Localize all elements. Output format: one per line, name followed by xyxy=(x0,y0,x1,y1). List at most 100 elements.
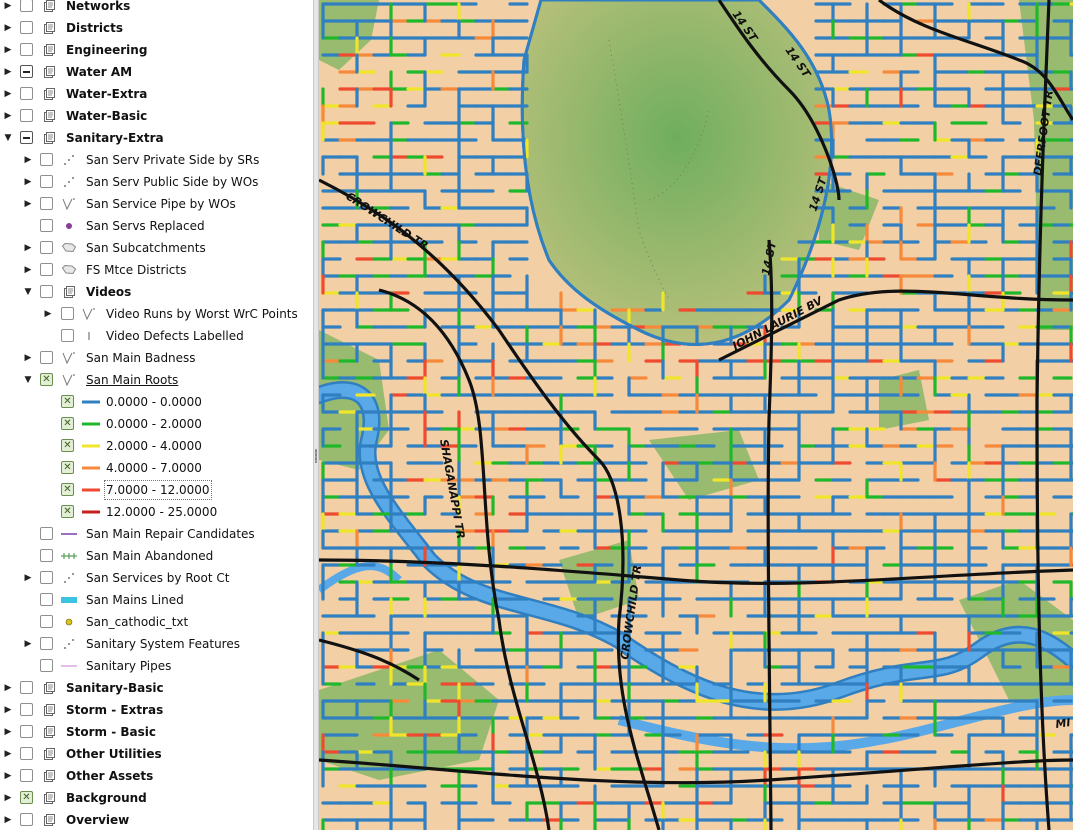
legend-row-sanitary-basic[interactable]: ▶ Sanitary-Basic xyxy=(0,677,313,699)
legend-row-2-0000-4-0000[interactable]: ✕ 2.0000 - 4.0000 xyxy=(0,435,313,457)
layer-visibility-checkbox[interactable] xyxy=(61,329,74,342)
legend-row-san-services-by-root-ct[interactable]: ▶ San Services by Root Ct xyxy=(0,567,313,589)
layer-visibility-checkbox[interactable] xyxy=(40,197,53,210)
layer-visibility-checkbox[interactable] xyxy=(20,131,33,144)
legend-row-background[interactable]: ▶ ✕ Background xyxy=(0,787,313,809)
expand-arrow-icon[interactable]: ▶ xyxy=(3,814,13,826)
expand-arrow-icon[interactable]: ▶ xyxy=(23,154,33,166)
legend-row-water-basic[interactable]: ▶ Water-Basic xyxy=(0,105,313,127)
legend-row-storm-extras[interactable]: ▶ Storm - Extras xyxy=(0,699,313,721)
legend-row-districts[interactable]: ▶ Districts xyxy=(0,17,313,39)
layer-visibility-checkbox[interactable]: ✕ xyxy=(40,373,53,386)
layer-visibility-checkbox[interactable] xyxy=(20,703,33,716)
layer-visibility-checkbox[interactable] xyxy=(20,109,33,122)
legend-row-san-servs-replaced[interactable]: San Servs Replaced xyxy=(0,215,313,237)
layer-visibility-checkbox[interactable]: ✕ xyxy=(20,791,33,804)
layer-visibility-checkbox[interactable] xyxy=(40,263,53,276)
expand-arrow-icon[interactable]: ▶ xyxy=(3,682,13,694)
layer-visibility-checkbox[interactable] xyxy=(20,681,33,694)
legend-row-san-cathodic-txt[interactable]: San_cathodic_txt xyxy=(0,611,313,633)
legend-row-san-subcatchments[interactable]: ▶ San Subcatchments xyxy=(0,237,313,259)
layer-visibility-checkbox[interactable] xyxy=(40,351,53,364)
layer-visibility-checkbox[interactable] xyxy=(20,87,33,100)
expand-arrow-icon[interactable]: ▶ xyxy=(23,176,33,188)
map-svg[interactable]: 14 ST 14 ST 14 ST 14 ST DEERFOOT TR CROW… xyxy=(319,0,1073,830)
legend-row-fs-mtce-districts[interactable]: ▶ FS Mtce Districts xyxy=(0,259,313,281)
legend-row-0-0000-2-0000[interactable]: ✕ 0.0000 - 2.0000 xyxy=(0,413,313,435)
legend-row-san-service-pipe-by-wos[interactable]: ▶ San Service Pipe by WOs xyxy=(0,193,313,215)
collapse-arrow-icon[interactable]: ▼ xyxy=(23,286,33,298)
expand-arrow-icon[interactable]: ▶ xyxy=(3,66,13,78)
layer-visibility-checkbox[interactable] xyxy=(40,659,53,672)
layer-visibility-checkbox[interactable] xyxy=(40,615,53,628)
legend-row-0-0000-0-0000[interactable]: ✕ 0.0000 - 0.0000 xyxy=(0,391,313,413)
legend-row-12-0000-25-0000[interactable]: ✕ 12.0000 - 25.0000 xyxy=(0,501,313,523)
layer-visibility-checkbox[interactable] xyxy=(20,0,33,12)
expand-arrow-icon[interactable]: ▶ xyxy=(43,308,53,320)
layer-visibility-checkbox[interactable] xyxy=(20,725,33,738)
legend-row-storm-basic[interactable]: ▶ Storm - Basic xyxy=(0,721,313,743)
expand-arrow-icon[interactable]: ▶ xyxy=(3,704,13,716)
expand-arrow-icon[interactable]: ▶ xyxy=(3,748,13,760)
legend-row-water-am[interactable]: ▶ Water AM xyxy=(0,61,313,83)
layer-visibility-checkbox[interactable] xyxy=(40,593,53,606)
legend-row-san-main-roots[interactable]: ▼ ✕ San Main Roots xyxy=(0,369,313,391)
legend-row-7-0000-12-0000[interactable]: ✕ 7.0000 - 12.0000 xyxy=(0,479,313,501)
layer-visibility-checkbox[interactable]: ✕ xyxy=(61,439,74,452)
expand-arrow-icon[interactable]: ▶ xyxy=(23,264,33,276)
expand-arrow-icon[interactable]: ▶ xyxy=(23,638,33,650)
layer-visibility-checkbox[interactable] xyxy=(40,549,53,562)
legend-row-sanitary-system-features[interactable]: ▶ Sanitary System Features xyxy=(0,633,313,655)
layer-visibility-checkbox[interactable] xyxy=(40,175,53,188)
expand-arrow-icon[interactable]: ▶ xyxy=(3,792,13,804)
legend-row-overview[interactable]: ▶ Overview xyxy=(0,809,313,830)
splitter-grip[interactable] xyxy=(315,449,317,463)
legend-row-water-extra[interactable]: ▶ Water-Extra xyxy=(0,83,313,105)
expand-arrow-icon[interactable]: ▶ xyxy=(3,770,13,782)
layer-visibility-checkbox[interactable] xyxy=(40,571,53,584)
expand-arrow-icon[interactable]: ▶ xyxy=(3,88,13,100)
expand-arrow-icon[interactable]: ▶ xyxy=(23,572,33,584)
expand-arrow-icon[interactable]: ▶ xyxy=(3,110,13,122)
layer-visibility-checkbox[interactable] xyxy=(20,43,33,56)
layer-visibility-checkbox[interactable] xyxy=(40,241,53,254)
legend-row-san-main-repair-candidates[interactable]: San Main Repair Candidates xyxy=(0,523,313,545)
legend-row-sanitary-pipes[interactable]: Sanitary Pipes xyxy=(0,655,313,677)
legend-row-sanitary-extra[interactable]: ▼ Sanitary-Extra xyxy=(0,127,313,149)
layer-visibility-checkbox[interactable] xyxy=(40,153,53,166)
layer-visibility-checkbox[interactable] xyxy=(20,769,33,782)
legend-row-san-mains-lined[interactable]: San Mains Lined xyxy=(0,589,313,611)
layer-visibility-checkbox[interactable] xyxy=(61,307,74,320)
legend-row-san-main-badness[interactable]: ▶ San Main Badness xyxy=(0,347,313,369)
legend-row-videos[interactable]: ▼ Videos xyxy=(0,281,313,303)
layer-visibility-checkbox[interactable] xyxy=(20,813,33,826)
expand-arrow-icon[interactable]: ▶ xyxy=(3,0,13,12)
layer-visibility-checkbox[interactable] xyxy=(20,65,33,78)
legend-row-san-main-abandoned[interactable]: San Main Abandoned xyxy=(0,545,313,567)
expand-arrow-icon[interactable]: ▶ xyxy=(23,198,33,210)
expand-arrow-icon[interactable]: ▶ xyxy=(3,22,13,34)
expand-arrow-icon[interactable]: ▶ xyxy=(23,242,33,254)
collapse-arrow-icon[interactable]: ▼ xyxy=(3,132,13,144)
layer-visibility-checkbox[interactable] xyxy=(20,747,33,760)
legend-row-san-serv-private-side-by-srs[interactable]: ▶ San Serv Private Side by SRs xyxy=(0,149,313,171)
expand-arrow-icon[interactable]: ▶ xyxy=(3,44,13,56)
layer-visibility-checkbox[interactable]: ✕ xyxy=(61,483,74,496)
legend-row-networks[interactable]: ▶ Networks xyxy=(0,0,313,17)
layer-visibility-checkbox[interactable]: ✕ xyxy=(61,461,74,474)
legend-row-other-assets[interactable]: ▶ Other Assets xyxy=(0,765,313,787)
layer-visibility-checkbox[interactable] xyxy=(40,637,53,650)
legend-row-san-serv-public-side-by-wos[interactable]: ▶ San Serv Public Side by WOs xyxy=(0,171,313,193)
layer-visibility-checkbox[interactable]: ✕ xyxy=(61,505,74,518)
legend-row-other-utilities[interactable]: ▶ Other Utilities xyxy=(0,743,313,765)
layer-visibility-checkbox[interactable] xyxy=(20,21,33,34)
layer-visibility-checkbox[interactable]: ✕ xyxy=(61,395,74,408)
collapse-arrow-icon[interactable]: ▼ xyxy=(23,374,33,386)
map-canvas[interactable]: 14 ST 14 ST 14 ST 14 ST DEERFOOT TR CROW… xyxy=(319,0,1073,830)
expand-arrow-icon[interactable]: ▶ xyxy=(23,352,33,364)
legend-row-video-runs-by-worst-wrc-points[interactable]: ▶ Video Runs by Worst WrC Points xyxy=(0,303,313,325)
legend-row-engineering[interactable]: ▶ Engineering xyxy=(0,39,313,61)
layer-visibility-checkbox[interactable] xyxy=(40,285,53,298)
legend-row-4-0000-7-0000[interactable]: ✕ 4.0000 - 7.0000 xyxy=(0,457,313,479)
expand-arrow-icon[interactable]: ▶ xyxy=(3,726,13,738)
